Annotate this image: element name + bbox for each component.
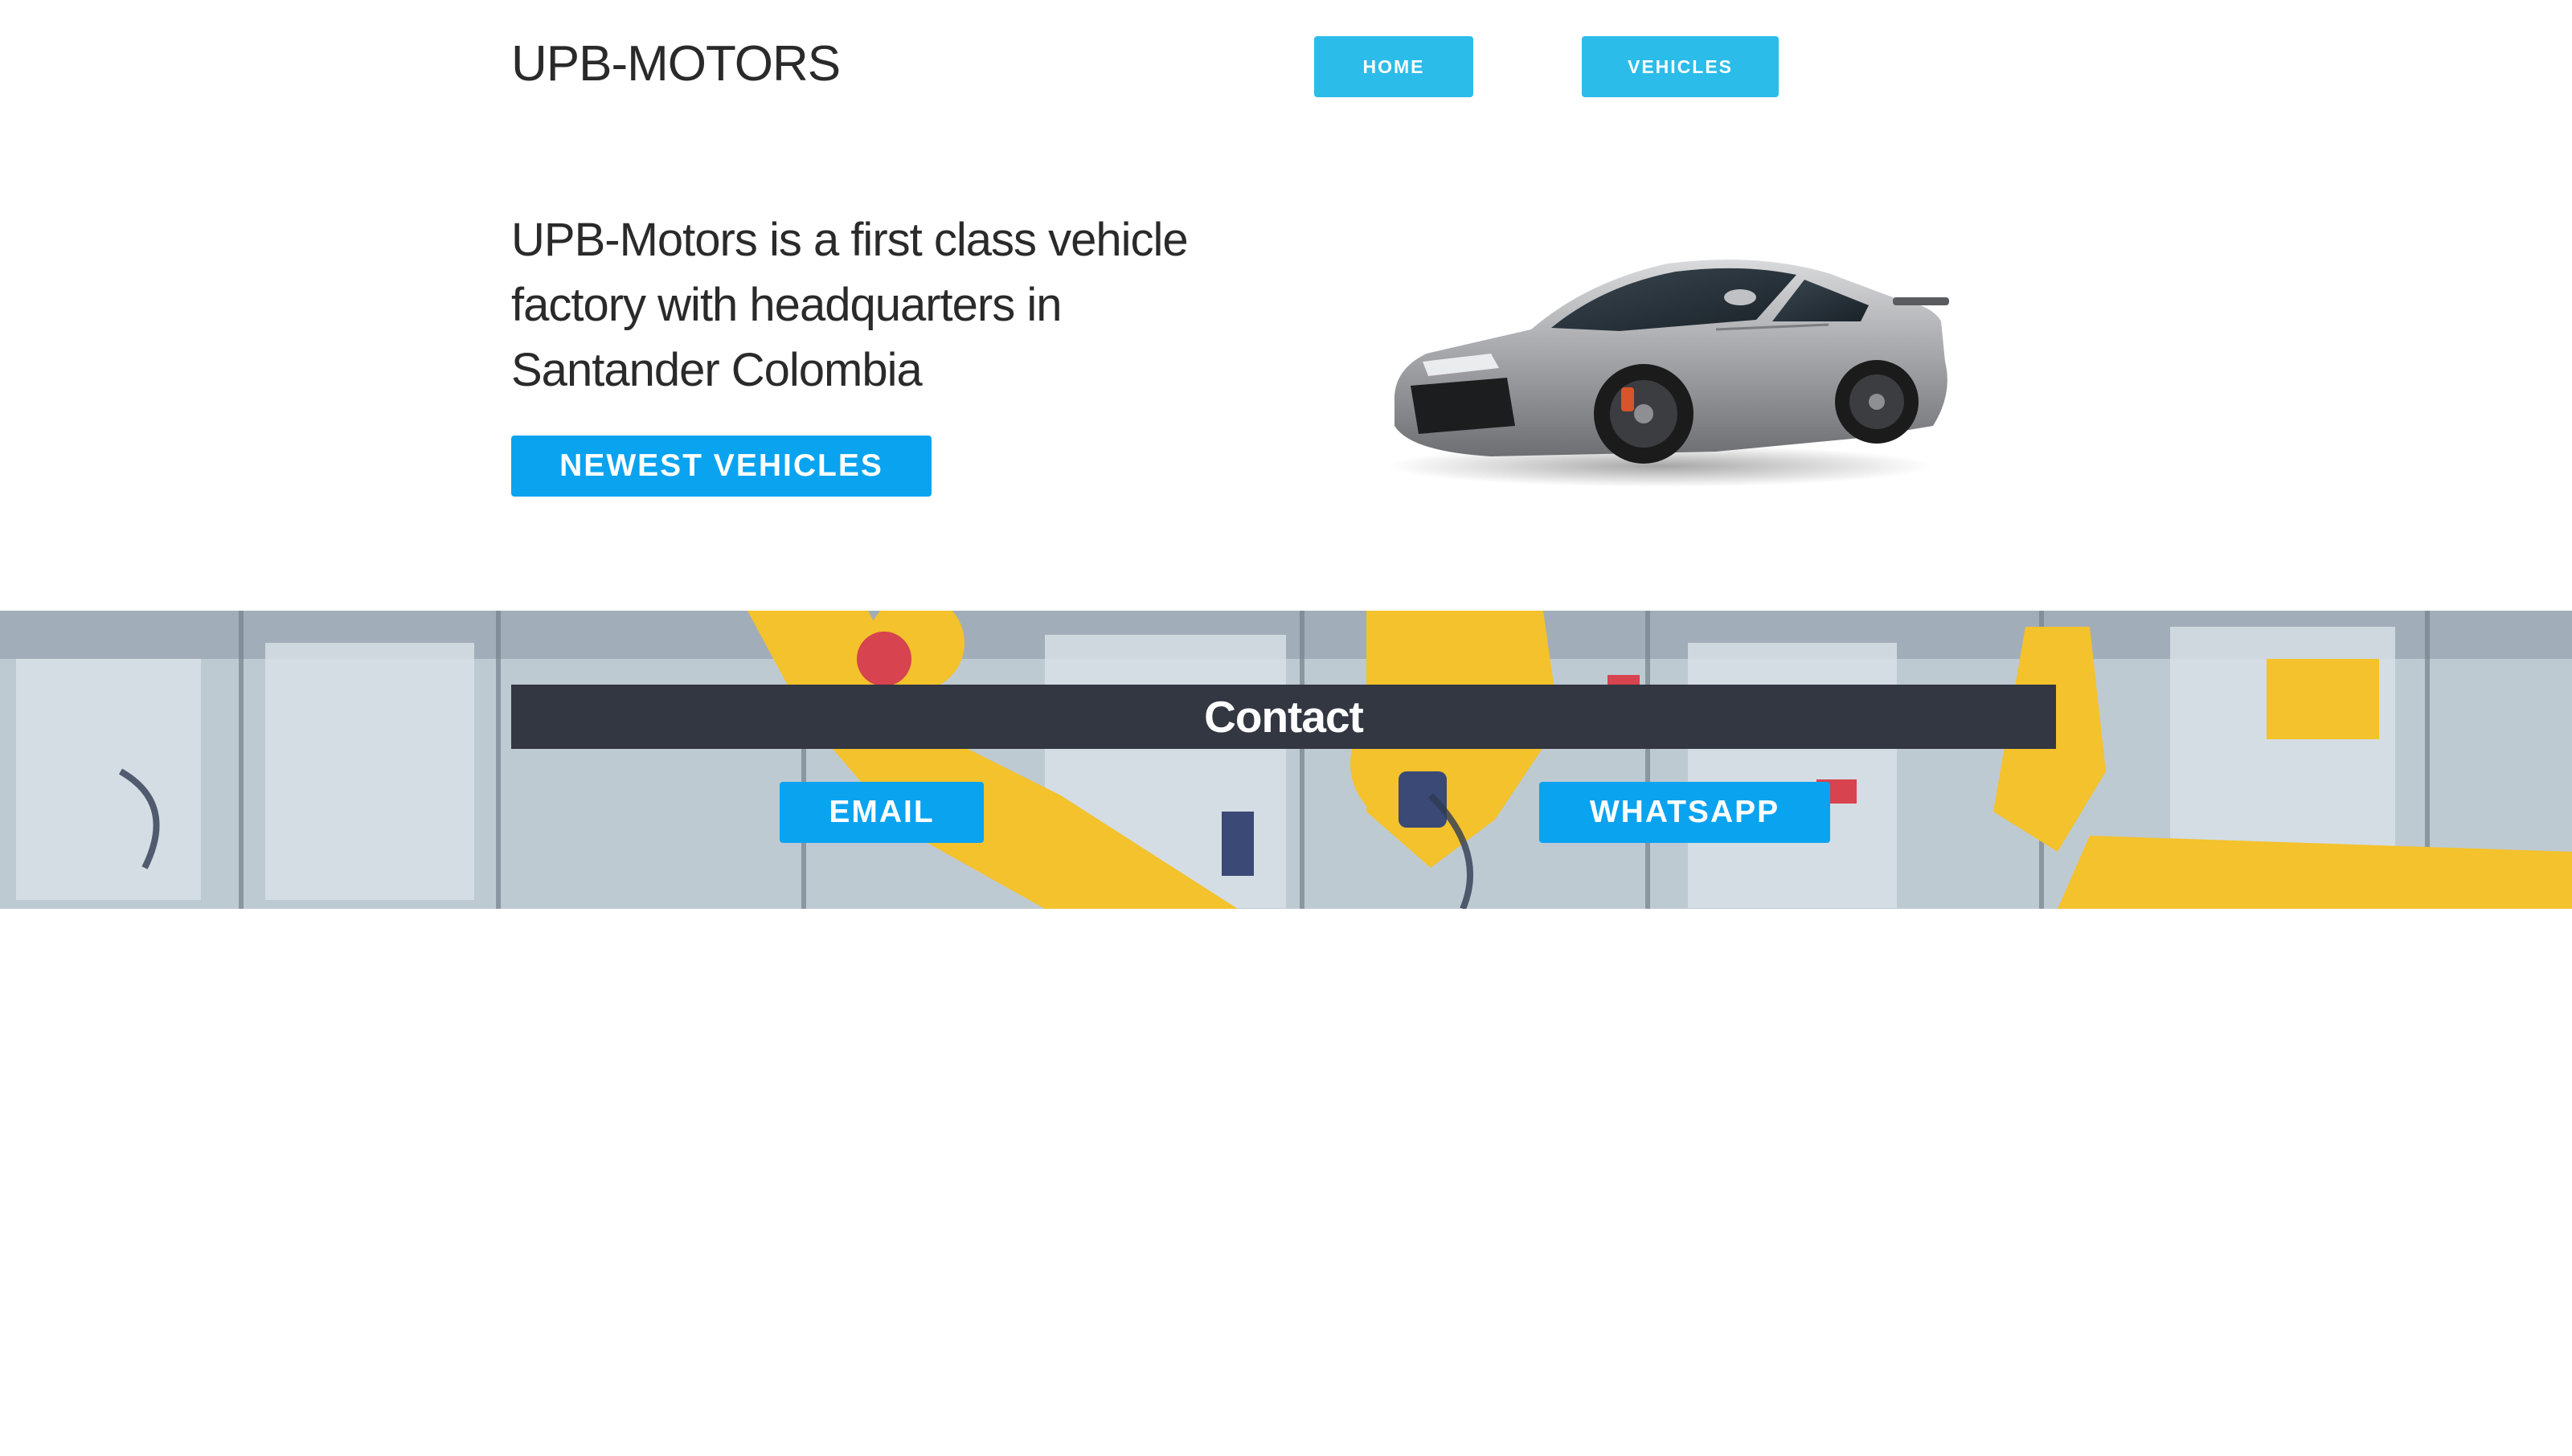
page: UPB-MOTORS HOME VEHICLES UPB-Motors is a…: [0, 0, 2572, 1456]
contact-section-background: [0, 611, 2572, 909]
newest-vehicles-button[interactable]: NEWEST VEHICLES: [511, 436, 932, 497]
car-image: [1386, 260, 1949, 487]
hero-headline: UPB-Motors is a first class vehicle fact…: [511, 214, 1189, 396]
whatsapp-button[interactable]: WHATSAPP: [1539, 782, 1830, 843]
email-button[interactable]: EMAIL: [780, 782, 984, 843]
nav-vehicles-button[interactable]: VEHICLES: [1582, 36, 1779, 97]
factory-robots-image: [0, 611, 2572, 909]
nav-home-button[interactable]: HOME: [1314, 36, 1473, 97]
brand-logo[interactable]: UPB-MOTORS: [511, 35, 841, 92]
contact-heading: Contact: [511, 685, 2056, 749]
